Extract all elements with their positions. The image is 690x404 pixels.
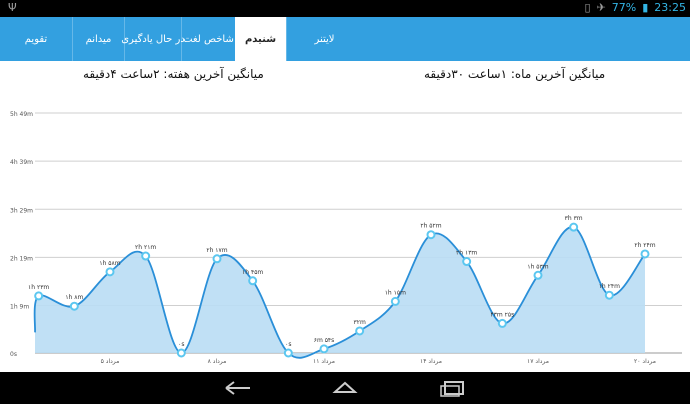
x-tick-label: ۱۱ مرداد: [313, 358, 335, 365]
x-tick-label: ۱۴ مرداد: [420, 358, 442, 365]
usb-icon: Ψ: [8, 1, 17, 14]
data-point: [355, 326, 365, 336]
data-point: [569, 222, 579, 232]
data-point: [390, 296, 400, 306]
y-tick-label: 2h 19m: [10, 255, 33, 262]
x-tick-label: ۵ مرداد: [101, 358, 120, 365]
back-icon[interactable]: [218, 378, 258, 398]
navigation-bar: [0, 372, 690, 404]
data-label: ۲h ۲۴m: [634, 242, 655, 249]
battery-icon: ▮: [642, 1, 649, 14]
data-label: ۲h ۵۲m: [420, 223, 441, 230]
month-average: میانگین آخرین ماه: ۱ساعت ۳۰دقیقه: [424, 67, 606, 81]
data-point: [497, 318, 507, 328]
status-bar: Ψ ▯ ✈ 77% ▮ 23:25: [0, 0, 690, 17]
y-tick-label: 3h 29m: [10, 207, 33, 214]
data-label: ۴۳m ۲۵s: [490, 311, 514, 318]
tab-bar: لایتنر شنیدم شاخص لغت در حال یادگیری مید…: [0, 17, 690, 61]
tab-heard[interactable]: شنیدم: [235, 17, 286, 61]
week-average: میانگین آخرین هفته: ۲ساعت ۴دقیقه: [83, 67, 264, 81]
data-label: ۰s: [285, 341, 291, 348]
data-label: ۱h ۲۴m: [599, 283, 620, 290]
recent-apps-icon[interactable]: [433, 378, 473, 398]
y-tick-label: 4h 39m: [10, 159, 33, 166]
data-label: ۰s: [178, 341, 184, 348]
data-point: [533, 270, 543, 280]
battery-percent: 77%: [611, 1, 637, 14]
data-label: ۱h ۴۵m: [242, 269, 263, 276]
data-point: [640, 249, 650, 259]
x-tick-label: ۱۷ مرداد: [527, 358, 549, 365]
data-point: [212, 254, 222, 264]
tab-leitner[interactable]: لایتنر: [286, 17, 362, 61]
data-point: [34, 291, 44, 301]
data-label: ۱h ۱۵m: [385, 289, 406, 296]
data-point: [69, 301, 79, 311]
data-point: [604, 290, 614, 300]
data-point: [283, 348, 293, 358]
data-label: ۱h ۸m: [65, 294, 83, 301]
x-tick-label: ۲۰ مرداد: [634, 358, 656, 365]
data-label: ۱h ۲۳m: [28, 284, 49, 291]
tab-calendar[interactable]: تقویم: [0, 17, 72, 61]
data-label: ۲h ۱۳m: [456, 250, 477, 257]
y-tick-label: 1h 9m: [10, 304, 29, 311]
time-chart: 0s 1h 9m 2h 19m 3h 29m 4h 39m 5h 49m ۵ مرداد ۸ …: [0, 91, 690, 369]
data-label: ۱h ۵۸m: [99, 260, 120, 267]
data-label: ۳۲m: [354, 319, 366, 326]
data-point: [462, 257, 472, 267]
data-label: ۶m ۵۴s: [314, 337, 335, 344]
data-label: ۲h ۲۱m: [135, 244, 156, 251]
home-icon[interactable]: [325, 378, 365, 398]
clock: 23:25: [654, 1, 686, 14]
tab-learning[interactable]: در حال یادگیری: [121, 17, 185, 61]
data-point: [141, 251, 151, 261]
data-point: [319, 344, 329, 354]
averages-header: میانگین آخرین ماه: ۱ساعت ۳۰دقیقه میانگین…: [0, 61, 690, 91]
data-point: [176, 348, 186, 358]
tab-word-index[interactable]: شاخص لغت: [181, 17, 235, 61]
data-label: ۲h ۱۷m: [206, 247, 227, 254]
y-tick-label: 0s: [10, 351, 17, 358]
data-point: [105, 267, 115, 277]
x-tick-label: ۸ مرداد: [208, 358, 227, 365]
data-label: ۱h ۵۳m: [527, 263, 548, 270]
tab-i-know[interactable]: میدانم: [72, 17, 124, 61]
data-point: [426, 230, 436, 240]
airplane-icon: ✈: [596, 1, 606, 14]
chart-svg: 0s 1h 9m 2h 19m 3h 29m 4h 39m 5h 49m ۵ مرداد ۸ …: [10, 111, 682, 365]
data-label: ۳h ۳m: [565, 215, 583, 222]
vibrate-icon: ▯: [584, 1, 591, 14]
y-tick-label: 5h 49m: [10, 111, 33, 118]
data-point: [248, 276, 258, 286]
